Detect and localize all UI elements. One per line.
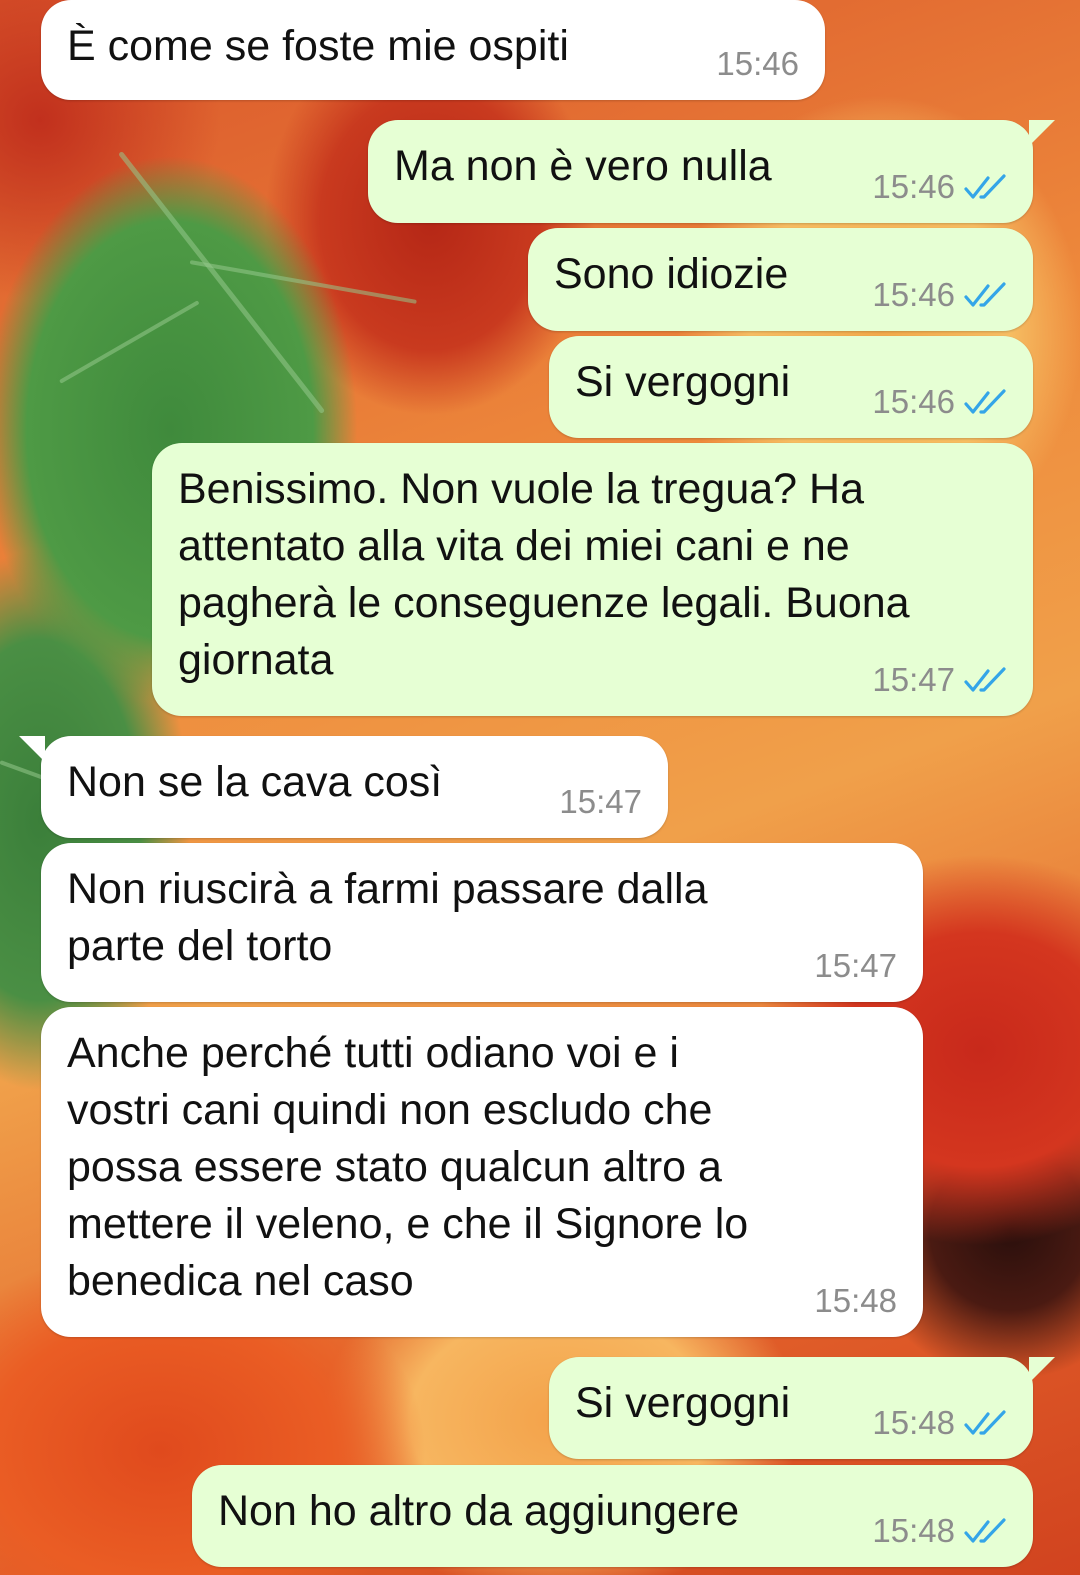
- message-time: 15:46: [716, 45, 799, 82]
- message-meta: 15:46: [872, 167, 1009, 207]
- message-bubble-incoming[interactable]: È come se foste mie ospiti 15:46: [41, 0, 825, 100]
- message-time: 15:48: [814, 1282, 897, 1319]
- message-bubble-incoming[interactable]: Non riuscirà a farmi passare dalla parte…: [41, 843, 923, 1002]
- message-bubble-outgoing[interactable]: Si vergogni 15:46: [549, 336, 1033, 438]
- double-check-read-icon: [964, 1518, 1006, 1543]
- message-meta: 15:48: [814, 1281, 897, 1321]
- message-time: 15:47: [814, 947, 897, 984]
- message-bubble-outgoing[interactable]: Sono idiozie 15:46: [528, 228, 1033, 331]
- bubble-tail: [19, 736, 45, 762]
- message-text: È come se foste mie ospiti: [67, 22, 569, 70]
- message-bubble-outgoing[interactable]: Non ho altro da aggiungere 15:48: [192, 1465, 1033, 1567]
- message-bubble-outgoing[interactable]: Si vergogni 15:48: [549, 1357, 1055, 1459]
- message-time: 15:48: [872, 1404, 955, 1441]
- double-check-read-icon: [964, 389, 1006, 414]
- double-check-read-icon: [964, 667, 1006, 692]
- bubble-tail: [1029, 120, 1055, 146]
- message-bubble-incoming[interactable]: Anche perché tutti odiano voi e i vostri…: [41, 1007, 923, 1337]
- chat-view[interactable]: È come se foste mie ospiti 15:46 Ma non …: [0, 0, 1080, 1575]
- message-meta: 15:47: [872, 660, 1009, 700]
- bubble-tail: [1029, 1357, 1055, 1383]
- message-bubble-outgoing[interactable]: Ma non è vero nulla 15:46: [368, 120, 1055, 223]
- message-text: Benissimo. Non vuole la tregua? Ha atten…: [178, 465, 910, 684]
- leaf-vein: [59, 300, 200, 384]
- message-text: Non se la cava così: [67, 758, 443, 806]
- message-time: 15:46: [872, 276, 955, 313]
- message-time: 15:47: [559, 783, 642, 820]
- message-bubble-incoming[interactable]: Non se la cava così 15:47: [19, 736, 668, 838]
- message-meta: 15:46: [872, 275, 1009, 315]
- double-check-read-icon: [964, 174, 1006, 199]
- message-meta: 15:48: [872, 1511, 1009, 1551]
- message-time: 15:46: [872, 168, 955, 205]
- message-time: 15:46: [872, 383, 955, 420]
- message-meta: 15:47: [814, 946, 897, 986]
- double-check-read-icon: [964, 1410, 1006, 1435]
- message-time: 15:47: [872, 661, 955, 698]
- message-meta: 15:47: [559, 782, 642, 822]
- message-text: Anche perché tutti odiano voi e i vostri…: [67, 1029, 749, 1305]
- message-time: 15:48: [872, 1512, 955, 1549]
- message-meta: 15:46: [716, 44, 799, 84]
- message-bubble-outgoing[interactable]: Benissimo. Non vuole la tregua? Ha atten…: [152, 443, 1033, 716]
- double-check-read-icon: [964, 282, 1006, 307]
- message-meta: 15:48: [872, 1403, 1009, 1443]
- message-meta: 15:46: [872, 382, 1009, 422]
- message-text: Non riuscirà a farmi passare dalla parte…: [67, 865, 708, 970]
